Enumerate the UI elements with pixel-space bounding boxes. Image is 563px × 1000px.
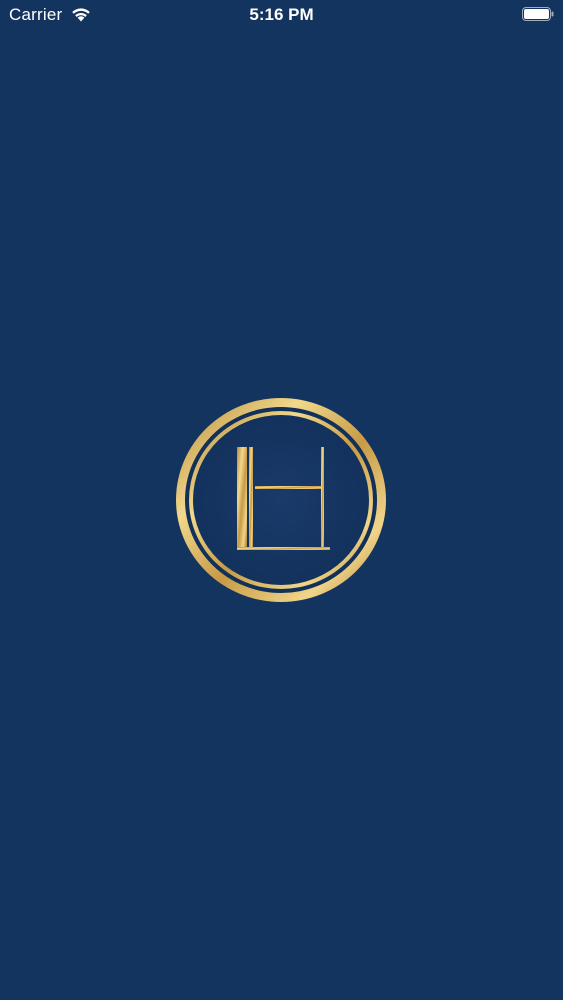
battery-icon [522, 7, 554, 21]
status-bar: Carrier 5:16 PM [0, 0, 563, 30]
lh-monogram-logo-icon [176, 398, 386, 602]
status-time: 5:16 PM [249, 5, 314, 24]
splash-screen [0, 30, 563, 1000]
